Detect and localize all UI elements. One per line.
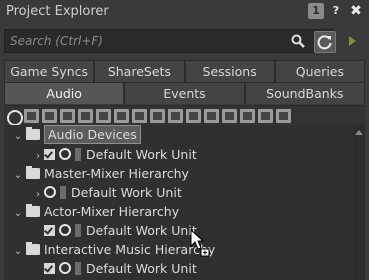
random-tool-icon[interactable]	[222, 108, 237, 123]
drag-cursor-icon	[190, 229, 210, 257]
work-unit-icon	[60, 186, 66, 199]
tab-queries[interactable]: Queries	[274, 60, 365, 82]
tab-row-bottom: Audio Events SoundBanks	[4, 82, 365, 104]
tree-item-default-work-unit[interactable]: › Default Work Unit	[32, 145, 197, 164]
play-icon	[349, 36, 356, 46]
window-title: Project Explorer	[6, 4, 109, 19]
tree-toolbar	[4, 105, 365, 126]
chevron-down-icon[interactable]: ⌄	[12, 204, 24, 223]
tab-sharesets[interactable]: ShareSets	[94, 60, 185, 82]
search-icon[interactable]	[290, 33, 306, 49]
blend-tool-icon[interactable]	[168, 108, 183, 123]
grid-tool-icon[interactable]	[96, 108, 111, 123]
tab-sessions[interactable]: Sessions	[184, 60, 275, 82]
search-bar	[4, 29, 336, 53]
folder-icon	[26, 204, 40, 217]
track-tool-icon[interactable]	[258, 108, 273, 123]
checkbox-icon[interactable]	[44, 149, 55, 160]
tree-item-label: Default Work Unit	[86, 223, 197, 238]
tree-item-interactive-music[interactable]: ⌄ Interactive Music Hierarchy	[12, 240, 215, 259]
project-tree: ⌄ Audio Devices › Default Work Unit ⌄ Maste…	[4, 125, 365, 280]
folder-icon	[26, 242, 40, 255]
tree-item-label: Default Work Unit	[86, 261, 197, 276]
search-input[interactable]	[5, 30, 285, 52]
tree-item-default-work-unit[interactable]: Default Work Unit	[44, 259, 197, 278]
title-bar: Project Explorer 1 ? ✖	[0, 0, 369, 24]
tree-item-actor-mixer[interactable]: ⌄ Actor-Mixer Hierarchy	[12, 202, 179, 221]
tab-events[interactable]: Events	[124, 82, 245, 104]
list-tool-icon[interactable]	[114, 108, 129, 123]
play-button[interactable]	[340, 30, 364, 52]
container-tool-icon[interactable]	[132, 108, 147, 123]
refresh-icon	[317, 35, 332, 50]
tab-soundbanks[interactable]: SoundBanks	[244, 82, 365, 104]
tree-item-label: Actor-Mixer Hierarchy	[44, 204, 180, 219]
folder-icon	[26, 166, 40, 179]
scroll-up-icon[interactable]	[355, 130, 363, 135]
tab-audio[interactable]: Audio	[4, 82, 125, 104]
chevron-down-icon[interactable]: ⌄	[12, 166, 24, 185]
work-unit-tool-icon[interactable]	[42, 108, 57, 123]
tree-item-default-work-unit[interactable]: Default Work Unit	[44, 221, 197, 240]
vertical-scrollbar[interactable]	[353, 125, 365, 280]
work-unit-icon	[75, 224, 81, 237]
object-icon	[59, 262, 71, 274]
sound-tool-icon[interactable]	[276, 108, 291, 123]
tab-game-syncs[interactable]: Game Syncs	[4, 60, 95, 82]
view-number-badge[interactable]: 1	[308, 3, 324, 19]
sync-button[interactable]	[314, 31, 336, 53]
checkbox-icon[interactable]	[44, 225, 55, 236]
switch-tool-icon[interactable]	[204, 108, 219, 123]
wwise-object-icon[interactable]	[6, 109, 23, 126]
layers-tool-icon[interactable]	[150, 108, 165, 123]
tree-item-default-work-unit[interactable]: › Default Work Unit	[32, 183, 182, 202]
checkbox-icon[interactable]	[44, 263, 55, 274]
segment-tool-icon[interactable]	[240, 108, 255, 123]
tree-item-label: Default Work Unit	[71, 185, 182, 200]
object-icon	[59, 224, 71, 236]
tree-item-label: Master-Mixer Hierarchy	[44, 166, 189, 181]
close-icon[interactable]: ✖	[348, 3, 364, 19]
sequence-tool-icon[interactable]	[186, 108, 201, 123]
chevron-down-icon[interactable]: ⌄	[12, 127, 24, 146]
object-icon	[59, 148, 71, 160]
tree-item-label: Audio Devices	[44, 125, 141, 144]
tree-item-master-mixer[interactable]: ⌄ Master-Mixer Hierarchy	[12, 164, 189, 183]
work-unit-icon	[75, 148, 81, 161]
folder-icon	[26, 127, 40, 140]
help-icon[interactable]: ?	[328, 3, 344, 19]
bus-tool-icon[interactable]	[78, 108, 93, 123]
chevron-down-icon[interactable]: ⌄	[12, 242, 24, 261]
tree-item-audio-devices[interactable]: ⌄ Audio Devices	[12, 125, 141, 144]
tree-item-label: Default Work Unit	[86, 147, 197, 162]
work-unit-icon	[75, 262, 81, 275]
tab-row-top: Game Syncs ShareSets Sessions Queries	[4, 60, 365, 82]
virtual-folder-tool-icon[interactable]	[60, 108, 75, 123]
object-icon	[44, 186, 56, 198]
folder-tool-icon[interactable]	[24, 108, 39, 123]
